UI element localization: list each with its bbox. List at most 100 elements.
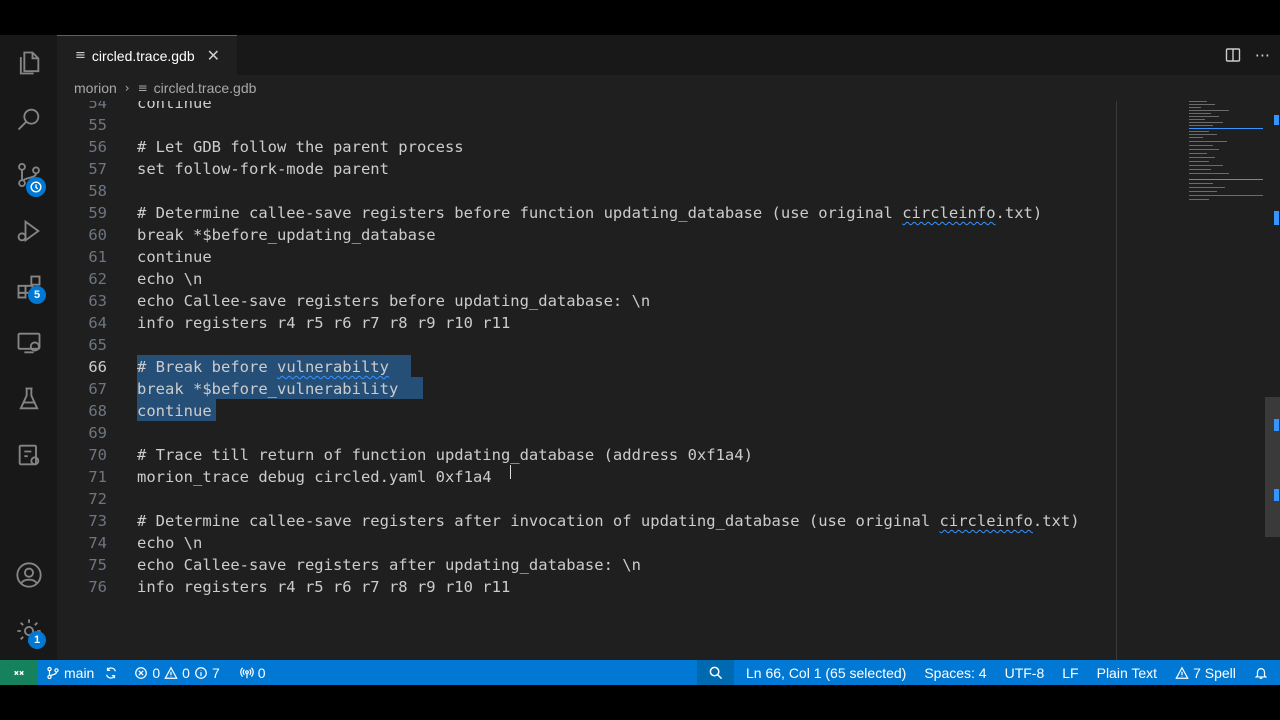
bell-icon — [1254, 667, 1268, 679]
encoding[interactable]: UTF-8 — [1005, 665, 1045, 681]
explorer-button[interactable] — [0, 35, 57, 91]
more-actions-icon[interactable]: ··· — [1255, 46, 1270, 65]
code-line-active: 66 # Break before vulnerabilty — [57, 356, 1117, 378]
close-icon[interactable]: ✕ — [207, 46, 220, 65]
extensions-badge: 5 — [28, 286, 46, 304]
code-line: 60 break *$before_updating_database — [57, 224, 1117, 246]
line-number: 74 — [88, 534, 107, 552]
code-line: 54 continue — [57, 101, 1117, 114]
line-text: continue — [137, 101, 212, 112]
line-text: continue — [137, 402, 212, 420]
files-icon — [19, 51, 39, 75]
editor-tab-bar: ≡ circled.trace.gdb ✕ ··· — [57, 35, 1280, 75]
tab-circled-trace-gdb[interactable]: ≡ circled.trace.gdb ✕ — [57, 35, 237, 75]
spell-warning: circleinfo — [939, 512, 1033, 530]
notifications-button[interactable] — [1254, 666, 1268, 680]
activity-bar: 5 1 — [0, 35, 57, 660]
spell-warning: vulnerabilty — [276, 358, 389, 376]
manage-button[interactable]: 1 — [0, 603, 57, 659]
testing-button[interactable] — [0, 371, 57, 427]
scrollbar-thumb[interactable] — [1265, 397, 1280, 537]
line-text: # Let GDB follow the parent process — [137, 138, 464, 156]
line-text: info registers r4 r5 r6 r7 r8 r9 r10 r11 — [137, 578, 511, 596]
line-number: 61 — [88, 248, 107, 266]
text-file-icon: ≡ — [75, 48, 86, 63]
sync-button[interactable] — [104, 666, 118, 680]
tab-label: circled.trace.gdb — [91, 47, 195, 64]
line-number: 72 — [88, 490, 107, 508]
split-editor-icon — [1225, 48, 1240, 62]
clock-badge-icon — [26, 177, 46, 197]
branch-indicator[interactable]: main — [46, 665, 94, 681]
line-text: # Determine callee-save registers before… — [137, 204, 1043, 222]
cursor-position[interactable]: Ln 66, Col 1 (65 selected) — [746, 665, 906, 681]
zoom-button[interactable] — [697, 660, 734, 685]
minimap[interactable] — [1187, 101, 1265, 660]
run-debug-button[interactable] — [0, 203, 57, 259]
line-text: continue — [137, 248, 212, 266]
code-editor[interactable]: 54 continue 55 56 # Let GDB follow the par… — [57, 101, 1280, 660]
code-line: 72 — [57, 488, 1117, 510]
remote-indicator[interactable] — [0, 660, 38, 685]
line-number: 54 — [88, 101, 107, 112]
warning-icon — [164, 665, 178, 679]
code-line: 67 break *$before_vulnerability — [57, 378, 1117, 400]
git-branch-icon — [47, 666, 59, 679]
code-line: 76 info registers r4 r5 r6 r7 r8 r9 r10 r… — [57, 576, 1117, 598]
code-line: 63 echo Callee-save registers before upda… — [57, 290, 1117, 312]
code-line: 55 — [57, 114, 1117, 136]
line-text: info registers r4 r5 r6 r7 r8 r9 r10 r11 — [137, 314, 511, 332]
manage-badge: 1 — [28, 631, 46, 649]
container-tools-button[interactable] — [0, 427, 57, 483]
code-line: 75 echo Callee-save registers after updat… — [57, 554, 1117, 576]
sync-icon — [106, 666, 117, 679]
breadcrumb-folder[interactable]: morion — [74, 80, 117, 96]
end-of-line[interactable]: LF — [1062, 665, 1078, 681]
line-number: 60 — [88, 226, 107, 244]
line-number: 71 — [88, 468, 107, 486]
code-line: 71 morion_trace debug circled.yaml 0xf1a4 — [57, 466, 1117, 488]
line-number: 73 — [88, 512, 107, 530]
problems-indicator[interactable]: 0 0 7 — [134, 664, 220, 681]
video-letterbox-top — [0, 0, 1280, 35]
split-editor-button[interactable] — [1225, 47, 1241, 63]
spell-check-indicator[interactable]: 7 Spell — [1175, 665, 1236, 681]
error-count: 0 — [152, 664, 161, 681]
status-right: Ln 66, Col 1 (65 selected) Spaces: 4 UTF… — [746, 660, 1268, 685]
breadcrumb-file[interactable]: circled.trace.gdb — [154, 80, 257, 96]
accounts-button[interactable] — [0, 547, 57, 603]
line-number: 59 — [88, 204, 107, 222]
line-text: echo Callee-save registers before updati… — [137, 292, 651, 310]
line-text: morion_trace debug circled.yaml 0xf1a4 — [137, 468, 492, 486]
search-button[interactable] — [0, 91, 57, 147]
code-line: 59 # Determine callee-save registers befo… — [57, 202, 1157, 224]
status-bar: main 0 0 7 0 Ln 66, Col 1 (65 selected) — [0, 660, 1280, 685]
branch-name: main — [64, 664, 95, 681]
line-number: 58 — [88, 182, 107, 200]
line-text: break *$before_updating_database — [137, 226, 436, 244]
code-line: 74 echo \n — [57, 532, 1117, 554]
remote-explorer-button[interactable] — [0, 315, 57, 371]
code-line: 62 echo \n — [57, 268, 1117, 290]
source-control-button[interactable] — [0, 147, 57, 203]
line-text: # Determine callee-save registers after … — [137, 512, 1080, 530]
line-number: 55 — [88, 116, 107, 134]
code-line: 65 — [57, 334, 1117, 356]
line-number: 69 — [88, 424, 107, 442]
line-text: echo Callee-save registers after updatin… — [137, 556, 641, 574]
ports-indicator[interactable]: 0 — [240, 665, 266, 681]
language-mode[interactable]: Plain Text — [1097, 665, 1157, 681]
mouse-ibeam-cursor — [510, 465, 511, 479]
line-text: # Break before vulnerabilty — [137, 358, 389, 376]
info-icon — [195, 666, 207, 679]
extensions-button[interactable]: 5 — [0, 259, 57, 315]
vscode-window: 5 1 ≡ circled.trace.gdb ✕ ··· morion › ≡… — [0, 35, 1280, 685]
indentation[interactable]: Spaces: 4 — [924, 665, 986, 681]
error-icon — [135, 666, 148, 679]
code-line: 70 # Trace till return of function updati… — [57, 444, 1117, 466]
vertical-scrollbar[interactable] — [1265, 101, 1280, 660]
code-line: 61 continue — [57, 246, 1117, 268]
line-number: 62 — [88, 270, 107, 288]
line-text: # Trace till return of function updating… — [137, 446, 753, 464]
line-text: set follow-fork-mode parent — [137, 160, 389, 178]
